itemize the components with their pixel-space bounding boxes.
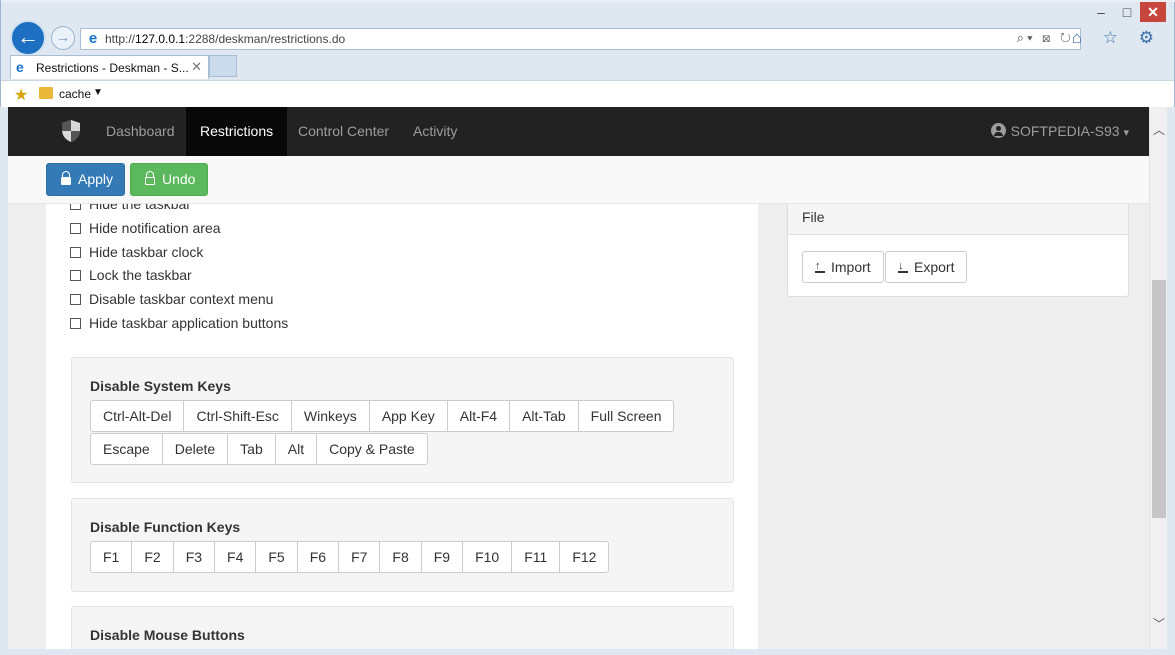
chevron-down-icon[interactable]: ▼	[93, 87, 103, 98]
scroll-down-icon[interactable]: ﹀	[1153, 615, 1165, 632]
tab-close-icon[interactable]: ✕	[191, 59, 202, 75]
function-keys-group: F1 F2 F3 F4 F5 F6 F7 F8 F9 F10 F11 F12	[90, 541, 610, 573]
window-controls: – □ ✕	[1088, 2, 1166, 22]
user-icon	[990, 123, 1006, 138]
option-disable-taskbar-context-menu[interactable]: Disable taskbar context menu	[70, 291, 273, 311]
checkbox[interactable]	[70, 318, 81, 329]
favorites-folder-label[interactable]: cache	[59, 87, 91, 101]
file-panel-heading: File	[788, 204, 1128, 235]
import-button[interactable]: ↑ Import	[802, 251, 884, 283]
minimize-button[interactable]: –	[1088, 4, 1114, 20]
shield-logo-icon[interactable]	[60, 119, 82, 143]
key-f8-button[interactable]: F8	[379, 541, 422, 573]
key-f2-button[interactable]: F2	[131, 541, 174, 573]
key-copy-paste-button[interactable]: Copy & Paste	[316, 433, 428, 465]
page-scrollbar[interactable]: ︿ ﹀	[1149, 107, 1167, 649]
system-keys-row-1: Ctrl-Alt-Del Ctrl-Shift-Esc Winkeys App …	[90, 400, 675, 432]
checkbox[interactable]	[70, 204, 81, 210]
key-f5-button[interactable]: F5	[255, 541, 298, 573]
forward-button[interactable]: →	[51, 26, 75, 50]
key-f6-button[interactable]: F6	[296, 541, 340, 573]
checkbox[interactable]	[70, 294, 81, 305]
ie-logo-icon: e	[88, 30, 98, 47]
address-tools[interactable]: ⌕▾ ⊠ ↻	[1017, 30, 1074, 46]
browser-toolbar-icons[interactable]: ⌂ ☆ ⚙	[1072, 28, 1162, 48]
key-f11-button[interactable]: F11	[511, 541, 561, 573]
back-button[interactable]: ←	[10, 20, 46, 56]
system-keys-title: Disable System Keys	[90, 378, 231, 394]
key-winkeys-button[interactable]: Winkeys	[290, 400, 370, 432]
app-navbar: Dashboard Restrictions Control Center Ac…	[8, 107, 1149, 156]
key-alt-f4-button[interactable]: Alt-F4	[446, 400, 511, 432]
mouse-buttons-title: Disable Mouse Buttons	[90, 627, 245, 643]
key-delete-button[interactable]: Delete	[161, 433, 229, 465]
key-f7-button[interactable]: F7	[338, 541, 381, 573]
function-keys-well: Disable Function Keys F1 F2 F3 F4 F5 F6 …	[71, 498, 734, 592]
browser-chrome: ← → e http://127.0.0.1:2288/deskman/rest…	[0, 0, 1175, 107]
address-url: http://127.0.0.1:2288/deskman/restrictio…	[105, 32, 346, 46]
file-panel-title: File	[802, 209, 825, 225]
upload-icon: ↑	[815, 261, 825, 273]
key-f1-button[interactable]: F1	[90, 541, 133, 573]
key-f3-button[interactable]: F3	[172, 541, 216, 573]
restrictions-panel: Hide the taskbar Hide notification area …	[46, 204, 758, 649]
key-ctrl-alt-del-button[interactable]: Ctrl-Alt-Del	[90, 400, 185, 432]
key-alt-tab-button[interactable]: Alt-Tab	[509, 400, 579, 432]
option-hide-taskbar-app-buttons[interactable]: Hide taskbar application buttons	[70, 315, 288, 335]
scroll-up-icon[interactable]: ︿	[1153, 121, 1165, 138]
export-button[interactable]: ↓ Export	[885, 251, 968, 283]
tab-title: Restrictions - Deskman - S...	[36, 61, 189, 75]
key-alt-button[interactable]: Alt	[274, 433, 318, 465]
key-f9-button[interactable]: F9	[420, 541, 464, 573]
nav-activity[interactable]: Activity	[399, 107, 471, 156]
window-frame-left	[0, 107, 8, 655]
scrollbar-thumb[interactable]	[1152, 280, 1166, 518]
checkbox[interactable]	[70, 223, 81, 234]
key-f4-button[interactable]: F4	[214, 541, 257, 573]
apply-button[interactable]: Apply	[46, 163, 125, 196]
user-name: SOFTPEDIA-S93	[1010, 123, 1120, 139]
nav-restrictions[interactable]: Restrictions	[186, 107, 288, 156]
key-tab-button[interactable]: Tab	[227, 433, 276, 465]
window-frame-right	[1167, 107, 1175, 655]
key-app-key-button[interactable]: App Key	[368, 400, 448, 432]
option-hide-notification-area[interactable]: Hide notification area	[70, 220, 221, 240]
download-icon: ↓	[898, 261, 908, 273]
checkbox[interactable]	[70, 270, 81, 281]
option-lock-taskbar[interactable]: Lock the taskbar	[70, 267, 192, 287]
key-f12-button[interactable]: F12	[559, 541, 610, 573]
key-full-screen-button[interactable]: Full Screen	[577, 400, 675, 432]
checkbox[interactable]	[70, 247, 81, 258]
system-keys-well: Disable System Keys Ctrl-Alt-Del Ctrl-Sh…	[71, 357, 734, 483]
key-f10-button[interactable]: F10	[462, 541, 513, 573]
key-ctrl-shift-esc-button[interactable]: Ctrl-Shift-Esc	[183, 400, 292, 432]
folder-icon	[39, 87, 53, 99]
mouse-buttons-well: Disable Mouse Buttons	[71, 606, 734, 649]
option-hide-taskbar[interactable]: Hide the taskbar	[70, 204, 191, 216]
tab-ie-icon: e	[16, 59, 24, 75]
unlock-icon	[145, 171, 155, 185]
function-keys-title: Disable Function Keys	[90, 519, 241, 535]
nav-dashboard[interactable]: Dashboard	[92, 107, 189, 156]
title-strip	[1, 0, 1175, 2]
action-toolbar: Apply Undo	[8, 156, 1149, 204]
maximize-button[interactable]: □	[1114, 4, 1140, 20]
browser-tab[interactable]: e Restrictions - Deskman - S... ✕	[10, 55, 209, 79]
page-content: Hide the taskbar Hide notification area …	[8, 204, 1149, 649]
file-panel: File ↑ Import ↓ Export	[787, 204, 1129, 297]
caret-down-icon: ▾	[1123, 127, 1129, 139]
user-menu[interactable]: SOFTPEDIA-S93 ▾	[990, 107, 1129, 156]
nav-control-center[interactable]: Control Center	[284, 107, 403, 156]
system-keys-row-2: Escape Delete Tab Alt Copy & Paste	[90, 433, 428, 465]
close-window-button[interactable]: ✕	[1140, 2, 1166, 22]
favorites-bar: ★ cache ▼	[1, 80, 1174, 107]
window-frame-bottom	[0, 649, 1175, 655]
address-bar[interactable]: e http://127.0.0.1:2288/deskman/restrict…	[80, 28, 1081, 50]
new-tab-button[interactable]	[209, 55, 237, 77]
undo-button[interactable]: Undo	[130, 163, 208, 196]
key-escape-button[interactable]: Escape	[90, 433, 163, 465]
favorites-star-icon[interactable]: ★	[14, 85, 28, 105]
lock-icon	[61, 171, 71, 185]
option-hide-taskbar-clock[interactable]: Hide taskbar clock	[70, 244, 203, 264]
